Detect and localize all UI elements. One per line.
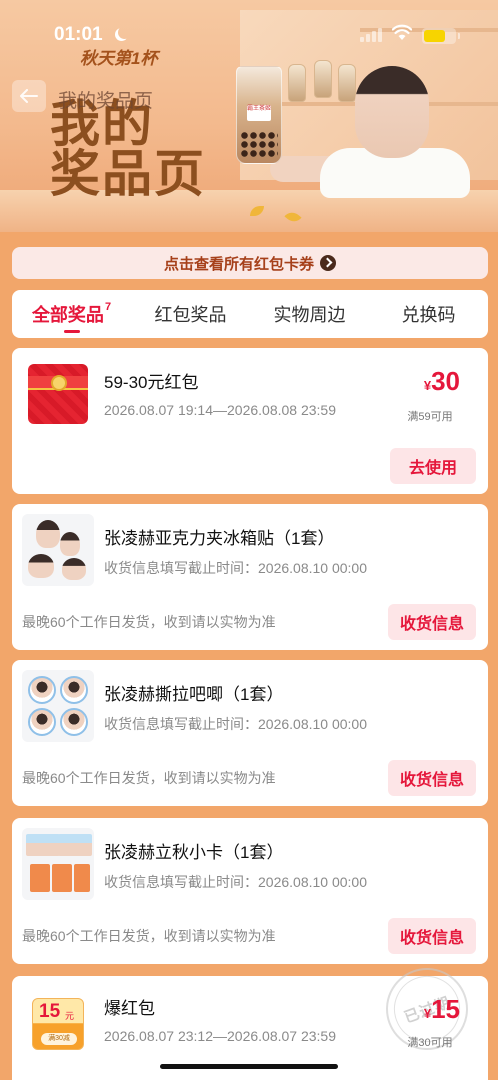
- shipping-info-button[interactable]: 收货信息: [388, 604, 476, 640]
- prize-amount: ¥15: [423, 994, 460, 1024]
- tab-label: 兑换码: [401, 305, 456, 325]
- thumb-amount: 15: [39, 1001, 61, 1022]
- prize-condition: 满59可用: [407, 411, 453, 423]
- tab-label: 实物周边: [273, 305, 346, 325]
- prize-card-badges: 张凌赫撕拉吧唧（1套） 收货信息填写截止时间：2026.08.10 00:00 …: [12, 660, 488, 806]
- tab-count-badge: 7: [104, 301, 112, 313]
- badges-thumbnail: [22, 670, 94, 742]
- prize-card-fridge-magnet: 张凌赫亚克力夹冰箱贴（1套） 收货信息填写截止时间：2026.08.10 00:…: [12, 504, 488, 650]
- page-title: 我的奖品页: [58, 91, 154, 112]
- shipping-note: 最晚60个工作日发货，收到请以实物为准: [22, 770, 276, 786]
- shipping-note: 最晚60个工作日发货，收到请以实物为准: [22, 928, 276, 944]
- cup-label: 霸王茶姬: [247, 105, 271, 121]
- prize-tabs: 全部奖品 7 红包奖品 实物周边 兑换码: [12, 290, 488, 338]
- prize-validity: 2026.08.07 23:12—2026.08.07 23:59: [104, 1028, 336, 1044]
- use-coupon-button[interactable]: 去使用: [390, 448, 476, 484]
- prize-title: 59-30元红包: [104, 373, 199, 392]
- tab-redeem-codes[interactable]: 兑换码: [369, 290, 488, 338]
- shipping-info-button[interactable]: 收货信息: [388, 918, 476, 954]
- prize-card-photo-cards: 张凌赫立秋小卡（1套） 收货信息填写截止时间：2026.08.10 00:00 …: [12, 818, 488, 964]
- shipping-note: 最晚60个工作日发货，收到请以实物为准: [22, 614, 276, 630]
- back-arrow-icon: [20, 89, 38, 103]
- red-packet-thumbnail: [22, 358, 94, 430]
- thumb-condition: 满30减: [41, 1033, 77, 1045]
- chevron-right-circle-icon: [320, 255, 336, 271]
- tab-label: 红包奖品: [154, 305, 227, 325]
- moon-icon: [118, 26, 131, 39]
- prize-validity: 2026.08.07 19:14—2026.08.08 23:59: [104, 402, 336, 418]
- tab-label: 全部奖品: [31, 305, 104, 325]
- status-bar: 01:01: [0, 0, 498, 48]
- coupon-link-label: 点击查看所有红包卡券: [163, 255, 314, 273]
- view-all-coupons-link[interactable]: 点击查看所有红包卡券: [12, 247, 488, 279]
- prize-amount: ¥30: [423, 366, 460, 396]
- prize-title: 张凌赫撕拉吧唧（1套）: [104, 685, 284, 704]
- shipping-info-button[interactable]: 收货信息: [388, 760, 476, 796]
- home-indicator: [160, 1064, 338, 1069]
- shipping-deadline: 收货信息填写截止时间：2026.08.10 00:00: [104, 716, 367, 732]
- shipping-deadline: 收货信息填写截止时间：2026.08.10 00:00: [104, 874, 367, 890]
- back-button[interactable]: [12, 80, 46, 112]
- shipping-deadline: 收货信息填写截止时间：2026.08.10 00:00: [104, 560, 367, 576]
- wifi-icon: [392, 24, 412, 40]
- hero-title-line2: 奖品页: [50, 144, 206, 203]
- milk-tea-cup-image: 霸王茶姬: [236, 66, 282, 164]
- signal-icon: [360, 28, 382, 42]
- status-time: 01:01: [54, 24, 103, 45]
- prize-title: 爆红包: [104, 999, 155, 1018]
- prize-card-red-packet: 59-30元红包 2026.08.07 19:14—2026.08.08 23:…: [12, 348, 488, 494]
- prize-title: 张凌赫亚克力夹冰箱贴（1套）: [104, 529, 335, 548]
- coupon-thumbnail: 15 元 满30减: [22, 986, 94, 1058]
- prize-condition: 满30可用: [407, 1037, 453, 1049]
- tab-physical-merch[interactable]: 实物周边: [250, 290, 369, 338]
- hero-celebrity-image: [270, 60, 470, 198]
- tab-all-prizes[interactable]: 全部奖品 7: [12, 290, 131, 338]
- prize-title: 张凌赫立秋小卡（1套）: [104, 843, 284, 862]
- fridge-magnet-thumbnail: [22, 514, 94, 586]
- photo-cards-thumbnail: [22, 828, 94, 900]
- battery-icon: [422, 28, 460, 44]
- thumb-unit: 元: [65, 1011, 75, 1021]
- tab-red-packet-prizes[interactable]: 红包奖品: [131, 290, 250, 338]
